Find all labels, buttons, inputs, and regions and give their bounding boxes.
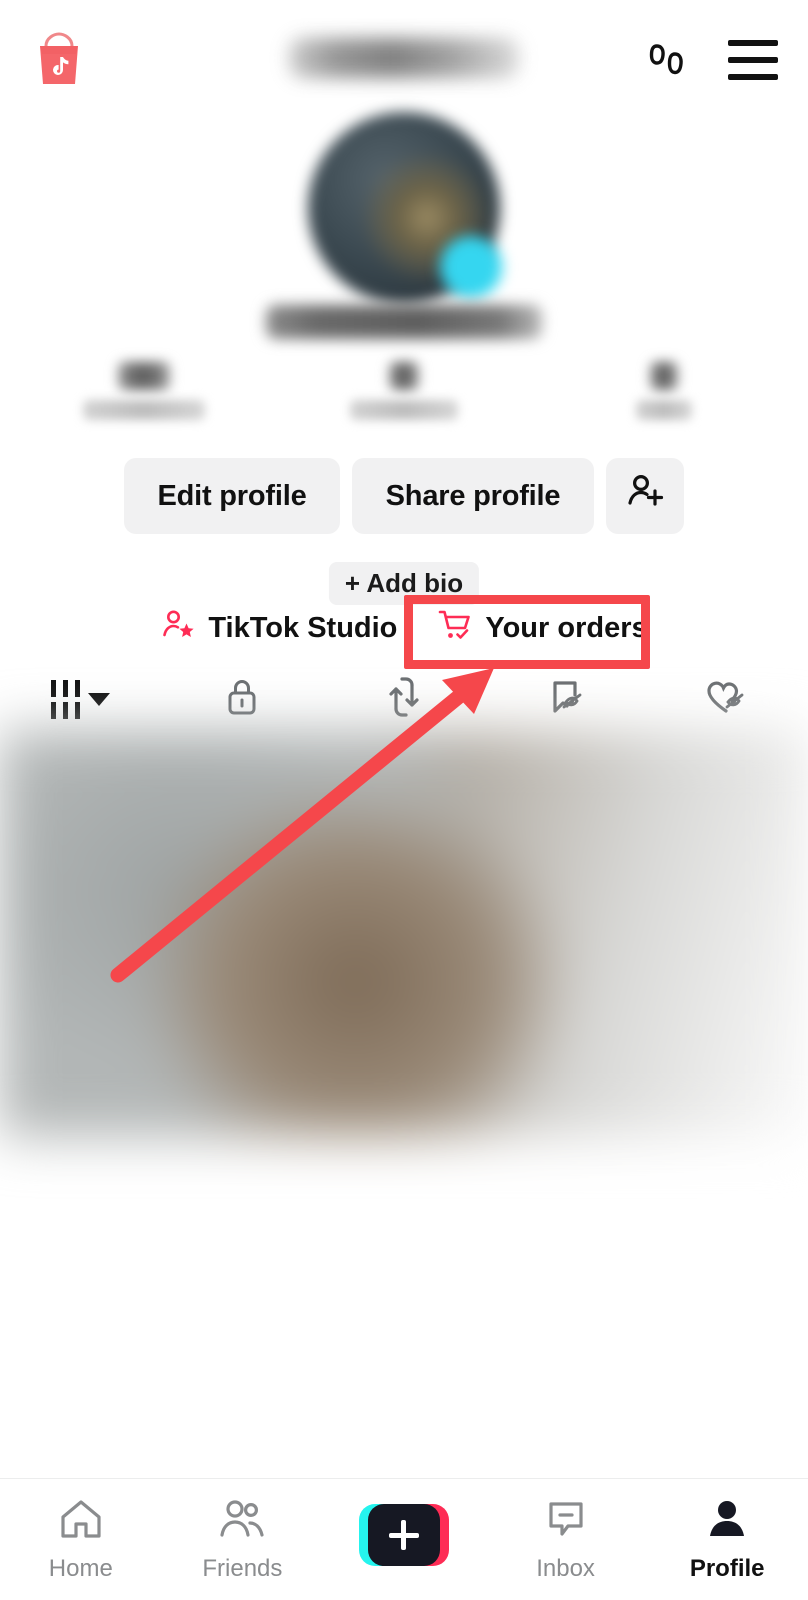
stat-followers-value xyxy=(389,362,419,390)
tiktok-profile-screen: Edit profile Share profile + Add bio Tik… xyxy=(0,0,808,1600)
profile-shortcuts: TikTok Studio Your orders xyxy=(0,606,808,650)
nav-inbox-label: Inbox xyxy=(536,1554,595,1582)
grid-bar xyxy=(51,701,57,719)
nav-create[interactable] xyxy=(323,1479,485,1600)
bookmark-hidden-icon xyxy=(544,675,588,724)
nav-home[interactable]: Home xyxy=(0,1479,162,1600)
add-friends-button[interactable] xyxy=(606,458,684,534)
inbox-icon xyxy=(543,1497,589,1546)
tab-posts[interactable] xyxy=(0,668,162,730)
friends-icon xyxy=(217,1497,267,1546)
hamburger-line xyxy=(728,40,778,46)
nav-home-label: Home xyxy=(48,1554,113,1582)
share-profile-button[interactable]: Share profile xyxy=(352,458,594,534)
grid-bar xyxy=(75,701,81,719)
your-orders-link[interactable]: Your orders xyxy=(437,606,648,650)
grid-bar xyxy=(51,679,57,697)
tab-liked[interactable] xyxy=(646,668,808,730)
stat-likes[interactable] xyxy=(584,362,744,420)
grid-bar xyxy=(63,701,69,719)
tiktok-studio-label: TikTok Studio xyxy=(208,611,398,644)
profile-stats xyxy=(0,362,808,440)
tiktok-shop-bag-icon[interactable] xyxy=(32,30,86,88)
post-thumbnail[interactable] xyxy=(0,730,808,1136)
stat-following[interactable] xyxy=(64,362,224,420)
tab-saved[interactable] xyxy=(485,668,647,730)
app-header xyxy=(0,0,808,118)
profile-handle xyxy=(266,305,542,339)
repost-arrows-icon xyxy=(382,675,426,724)
bottom-navigation: Home Friends Inbox Profile xyxy=(0,1478,808,1600)
stat-following-value xyxy=(118,362,170,390)
add-user-icon xyxy=(624,471,666,521)
nav-friends-label: Friends xyxy=(202,1554,283,1582)
grid-row xyxy=(51,701,81,719)
chevron-down-icon[interactable] xyxy=(88,692,111,706)
avatar[interactable] xyxy=(308,112,502,304)
edit-profile-button[interactable]: Edit profile xyxy=(124,458,340,534)
hamburger-line xyxy=(728,74,778,80)
tab-private[interactable] xyxy=(162,668,324,730)
grid-row xyxy=(51,679,81,697)
hamburger-menu-icon[interactable] xyxy=(728,40,778,80)
stat-likes-value xyxy=(650,362,678,390)
person-star-icon xyxy=(160,606,196,650)
profile-content-tabs xyxy=(0,668,808,730)
grid-bar xyxy=(63,679,69,697)
hamburger-line xyxy=(728,57,778,63)
create-core xyxy=(367,1504,440,1566)
lock-icon xyxy=(222,675,262,724)
tiktok-studio-link[interactable]: TikTok Studio xyxy=(160,606,397,650)
profile-username-title xyxy=(289,38,519,78)
heart-hidden-icon xyxy=(704,675,750,724)
add-bio-button[interactable]: + Add bio xyxy=(328,562,480,605)
nav-profile[interactable]: Profile xyxy=(646,1479,808,1600)
profile-person-icon xyxy=(704,1497,750,1546)
grid-bar xyxy=(75,679,81,697)
plus-vertical xyxy=(401,1520,407,1550)
stat-likes-label xyxy=(636,400,692,420)
add-photo-badge-icon[interactable] xyxy=(440,236,502,298)
profile-action-buttons: Edit profile Share profile xyxy=(0,458,808,534)
stat-followers[interactable] xyxy=(324,362,484,420)
nav-inbox[interactable]: Inbox xyxy=(485,1479,647,1600)
stat-following-label xyxy=(83,400,205,420)
nav-friends[interactable]: Friends xyxy=(162,1479,324,1600)
your-orders-label: Your orders xyxy=(485,611,648,644)
create-plus-icon[interactable] xyxy=(358,1504,449,1566)
grid-dropdown-icon xyxy=(51,679,81,719)
tab-reposts[interactable] xyxy=(323,668,485,730)
footprints-icon[interactable] xyxy=(644,34,696,86)
home-icon xyxy=(58,1497,104,1546)
shopping-cart-check-icon xyxy=(437,606,473,650)
nav-profile-label: Profile xyxy=(689,1554,765,1582)
stat-followers-label xyxy=(350,400,458,420)
